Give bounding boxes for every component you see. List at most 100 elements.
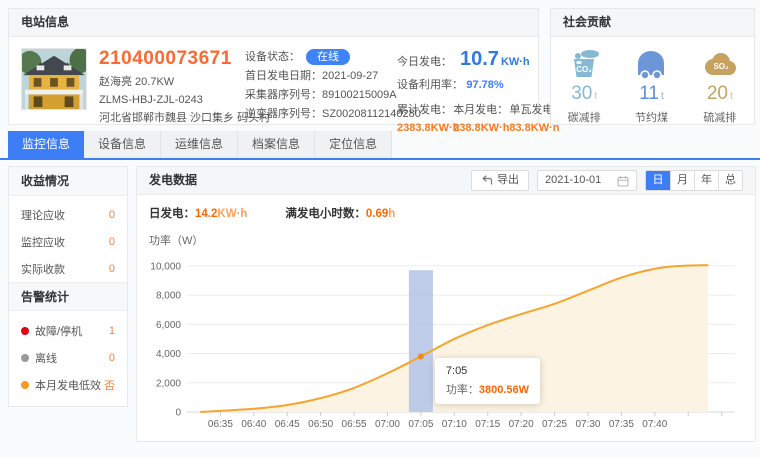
station-code: ZLMS-HBJ-ZJL-0243	[99, 91, 245, 109]
tab-location[interactable]: 定位信息	[315, 131, 392, 158]
collector-value: 89100215009A	[322, 89, 397, 101]
tab-device[interactable]: 设备信息	[84, 131, 161, 158]
range-option-day[interactable]: 日	[646, 171, 670, 190]
first-gen-value: 2021-09-27	[322, 70, 378, 82]
svg-text:07:40: 07:40	[642, 419, 667, 430]
export-arrow-icon	[481, 175, 493, 186]
export-button[interactable]: 导出	[471, 170, 529, 191]
range-option-month[interactable]: 月	[670, 171, 694, 190]
utilization-value: 97.78%	[466, 79, 503, 91]
sulfur-unit: t	[730, 91, 733, 102]
svg-text:10,000: 10,000	[150, 261, 181, 272]
range-option-year[interactable]: 年	[694, 171, 718, 190]
alarm-row-fault: 故障/停机 1	[9, 317, 127, 344]
generation-data-panel: 发电数据 导出 2021-10-01 日 月 年	[136, 166, 756, 442]
alarm-value: 1	[109, 325, 115, 337]
chart-y-axis-label: 功率（W）	[149, 232, 743, 248]
svg-text:4,000: 4,000	[156, 349, 181, 360]
revenue-row-monitored: 监控应收 0	[9, 228, 127, 255]
social-panel-title: 社会贡献	[551, 9, 754, 37]
offline-dot-icon	[21, 354, 29, 362]
today-generation-label: 今日发电：	[397, 53, 452, 69]
co2-reduction-icon: CO₂	[566, 48, 602, 80]
sulfur-value: 20	[707, 83, 728, 104]
carbon-unit: t	[594, 91, 597, 102]
chart-stats-row: 日发电：14.2KW·h满发电小时数：0.69h	[149, 205, 743, 221]
today-generation-value: 10.7	[460, 48, 499, 71]
alarm-row-offline: 离线 0	[9, 344, 127, 371]
tab-archive[interactable]: 档案信息	[238, 131, 315, 158]
svg-text:07:10: 07:10	[442, 419, 467, 430]
device-status-row: 设备状态： 在线	[245, 48, 381, 67]
status-badge: 在线	[306, 49, 350, 65]
svg-text:SO₂: SO₂	[713, 62, 729, 71]
first-gen-label: 首日发电日期：	[245, 70, 322, 82]
coal-value: 11	[639, 83, 659, 104]
metric-month-generation: 本月发电： 238.8KW·h	[453, 101, 509, 134]
social-item-carbon: CO₂ 30t 碳减排	[566, 46, 602, 125]
carbon-label: 碳减排	[566, 109, 602, 125]
svg-text:07:00: 07:00	[375, 419, 400, 430]
today-generation-unit: KW·h	[501, 56, 530, 68]
low-efficiency-dot-icon	[21, 381, 29, 389]
metric-total-generation: 累计发电： 2383.8KW·h	[397, 101, 453, 134]
revenue-label: 理论应收	[21, 207, 65, 223]
revenue-row-theoretical: 理论应收 0	[9, 201, 127, 228]
revenue-value: 0	[109, 236, 115, 248]
coal-unit: t	[661, 91, 664, 102]
metric-label: 累计发电：	[397, 101, 453, 117]
station-id: 210400073671	[99, 48, 245, 70]
full-hours-label: 满发电小时数：	[285, 208, 366, 220]
sulfur-label: 硫减排	[701, 109, 739, 125]
utilization-row: 设备利用率： 97.78%	[397, 76, 566, 92]
tab-operation[interactable]: 运维信息	[161, 131, 238, 158]
tab-bar: 监控信息 设备信息 运维信息 档案信息 定位信息	[0, 131, 760, 160]
device-status-label: 设备状态：	[245, 51, 300, 63]
revenue-value: 0	[109, 209, 115, 221]
svg-text:0: 0	[175, 408, 181, 419]
svg-text:2,000: 2,000	[156, 378, 181, 389]
svg-text:06:40: 06:40	[241, 419, 266, 430]
revenue-row-actual: 实际收款 0	[9, 255, 127, 282]
alarm-label: 故障/停机	[35, 323, 82, 339]
svg-text:07:20: 07:20	[509, 419, 534, 430]
full-hours-value: 0.69	[366, 208, 388, 220]
svg-text:07:15: 07:15	[475, 419, 500, 430]
svg-text:06:55: 06:55	[342, 419, 367, 430]
coal-label: 节约煤	[632, 109, 670, 125]
sidebar-panel: 收益情况 理论应收 0 监控应收 0 实际收款 0 告警统计 故障/停机 1 离…	[8, 166, 128, 407]
revenue-section-title: 收益情况	[9, 167, 127, 196]
alarm-label: 本月发电低效	[35, 377, 101, 393]
revenue-label: 监控应收	[21, 234, 65, 250]
power-area-chart[interactable]: 02,0004,0006,0008,00010,00006:3506:4006:…	[149, 250, 745, 438]
fault-dot-icon	[21, 327, 29, 335]
carbon-value: 30	[571, 83, 592, 104]
inverter-label: 逆变器序列号：	[245, 108, 322, 120]
calendar-icon	[617, 175, 629, 187]
metric-label: 本月发电：	[453, 101, 509, 117]
svg-text:07:35: 07:35	[609, 419, 634, 430]
first-gen-row: 首日发电日期：2021-09-27	[245, 67, 381, 86]
utilization-label: 设备利用率：	[397, 79, 463, 91]
today-generation-row: 今日发电： 10.7 KW·h	[397, 48, 566, 71]
day-generation-value: 14.2	[195, 208, 217, 220]
chart-panel-title: 发电数据	[149, 167, 197, 194]
date-picker[interactable]: 2021-10-01	[537, 170, 637, 191]
station-info-panel: 电站信息 210400073671 赵海亮 20.7KW ZLMS-HBJ	[8, 8, 539, 125]
export-label: 导出	[497, 167, 519, 194]
alarm-value: 否	[104, 377, 115, 393]
station-panel-title: 电站信息	[9, 9, 538, 37]
range-option-total[interactable]: 总	[718, 171, 742, 190]
alarm-section-title: 告警统计	[9, 282, 127, 311]
social-item-coal: 11t 节约煤	[632, 46, 670, 125]
social-item-sulfur: SO₂ 20t 硫减排	[701, 46, 739, 125]
collector-label: 采集器序列号：	[245, 89, 322, 101]
date-value: 2021-10-01	[545, 167, 601, 194]
svg-text:6,000: 6,000	[156, 320, 181, 331]
day-generation-label: 日发电：	[149, 208, 195, 220]
inverter-row: 逆变器序列号：SZ00208112140280	[245, 105, 381, 124]
full-hours-unit: h	[388, 208, 395, 220]
station-address: 河北省邯郸市魏县 沙口集乡 码头村	[99, 109, 245, 127]
svg-text:06:35: 06:35	[208, 419, 233, 430]
tab-monitoring[interactable]: 监控信息	[8, 131, 84, 158]
